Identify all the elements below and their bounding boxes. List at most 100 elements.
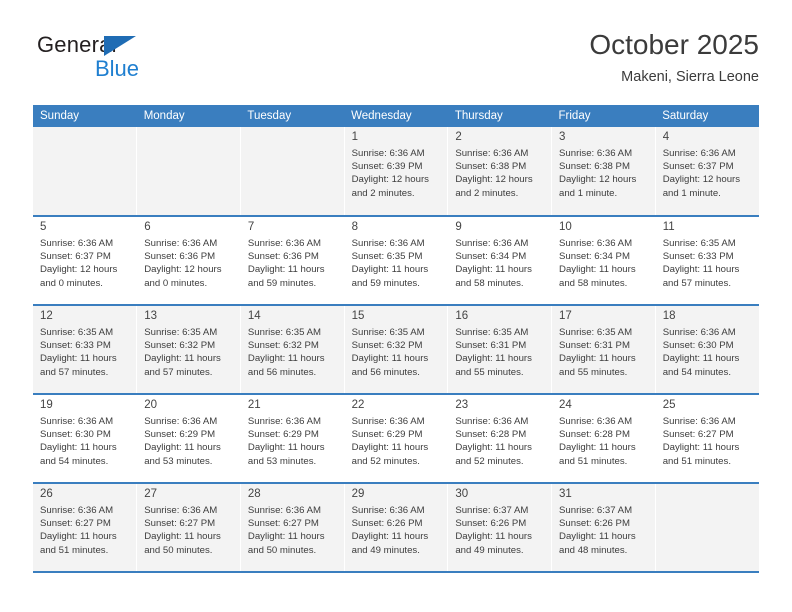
sunset-text: Sunset: 6:30 PM: [40, 429, 111, 441]
calendar-day-cell[interactable]: 31 Sunrise: 6:37 AM Sunset: 6:26 PM Dayligh…: [551, 483, 656, 573]
calendar-day-cell[interactable]: 16 Sunrise: 6:35 AM Sunset: 6:31 PM Dayligh…: [447, 305, 553, 395]
day-detail: Sunrise: 6:36 AM Sunset: 6:34 PM Daylight:…: [455, 237, 545, 290]
sunrise-text: Sunrise: 6:36 AM: [40, 416, 114, 427]
day-detail: Sunrise: 6:36 AM Sunset: 6:30 PM Daylight:…: [40, 415, 130, 468]
weekday-header-wednesday: Wednesday: [344, 105, 448, 127]
sunset-text: Sunset: 6:38 PM: [455, 161, 527, 173]
calendar-day-cell[interactable]: 3 Sunrise: 6:36 AM Sunset: 6:38 PM Daylight…: [551, 127, 656, 217]
day-cell-content: [241, 127, 344, 215]
daylight-text-line2: and 48 minutes.: [559, 544, 628, 556]
calendar-day-cell[interactable]: 11 Sunrise: 6:35 AM Sunset: 6:33 PM Dayligh…: [655, 216, 759, 306]
calendar-day-cell[interactable]: 20 Sunrise: 6:36 AM Sunset: 6:29 PM Dayligh…: [136, 394, 241, 484]
day-number: 19: [40, 399, 53, 411]
sunset-text: Sunset: 6:27 PM: [40, 518, 111, 530]
calendar-day-cell-empty: [136, 127, 241, 217]
sunset-text: Sunset: 6:33 PM: [662, 251, 734, 263]
daylight-text-line2: and 51 minutes.: [662, 455, 731, 467]
day-number: 25: [662, 399, 676, 411]
sunrise-text: Sunrise: 6:35 AM: [144, 327, 218, 338]
calendar-day-cell[interactable]: 4 Sunrise: 6:36 AM Sunset: 6:37 PM Daylight…: [655, 127, 759, 217]
calendar-day-cell[interactable]: 18 Sunrise: 6:36 AM Sunset: 6:30 PM Dayligh…: [655, 305, 759, 395]
day-cell-content: 21 Sunrise: 6:36 AM Sunset: 6:29 PM Dayligh…: [241, 395, 344, 482]
calendar-day-cell[interactable]: 24 Sunrise: 6:36 AM Sunset: 6:28 PM Dayligh…: [551, 394, 656, 484]
calendar-day-cell[interactable]: 14 Sunrise: 6:35 AM Sunset: 6:32 PM Dayligh…: [240, 305, 345, 395]
sunset-text: Sunset: 6:36 PM: [144, 251, 216, 263]
day-number: 21: [247, 399, 261, 411]
daylight-text-line2: and 58 minutes.: [455, 277, 524, 289]
daylight-text-line1: Daylight: 11 hours: [144, 531, 221, 543]
calendar-day-cell[interactable]: 23 Sunrise: 6:36 AM Sunset: 6:28 PM Dayligh…: [447, 394, 553, 484]
sunrise-text: Sunrise: 6:36 AM: [351, 505, 425, 516]
day-detail: Sunrise: 6:36 AM Sunset: 6:26 PM Daylight:…: [352, 504, 442, 557]
calendar-day-cell[interactable]: 1 Sunrise: 6:36 AM Sunset: 6:39 PM Daylight…: [344, 127, 449, 217]
blue-triangle-logo-mark-icon: [104, 36, 136, 56]
sunset-text: Sunset: 6:39 PM: [351, 161, 423, 173]
calendar-day-cell[interactable]: 2 Sunrise: 6:36 AM Sunset: 6:38 PM Daylight…: [447, 127, 553, 217]
calendar-day-cell[interactable]: 12 Sunrise: 6:35 AM Sunset: 6:33 PM Dayligh…: [33, 305, 138, 395]
sunset-text: Sunset: 6:32 PM: [144, 340, 216, 352]
calendar-day-cell[interactable]: 10 Sunrise: 6:36 AM Sunset: 6:34 PM Dayligh…: [551, 216, 656, 306]
daylight-text-line2: and 50 minutes.: [144, 544, 213, 556]
calendar-day-cell[interactable]: 27 Sunrise: 6:36 AM Sunset: 6:27 PM Dayligh…: [136, 483, 241, 573]
sunrise-text: Sunrise: 6:36 AM: [351, 416, 425, 427]
calendar-day-cell[interactable]: 30 Sunrise: 6:37 AM Sunset: 6:26 PM Dayligh…: [447, 483, 553, 573]
calendar-day-cell[interactable]: 15 Sunrise: 6:35 AM Sunset: 6:32 PM Dayligh…: [344, 305, 449, 395]
calendar-day-cell[interactable]: 19 Sunrise: 6:36 AM Sunset: 6:30 PM Dayligh…: [33, 394, 138, 484]
calendar-day-cell[interactable]: 17 Sunrise: 6:35 AM Sunset: 6:31 PM Dayligh…: [551, 305, 656, 395]
calendar-day-cell[interactable]: 26 Sunrise: 6:36 AM Sunset: 6:27 PM Dayligh…: [33, 483, 138, 573]
daylight-text-line1: Daylight: 11 hours: [455, 353, 532, 365]
day-detail: Sunrise: 6:36 AM Sunset: 6:27 PM Daylight:…: [663, 415, 753, 468]
day-number: 26: [40, 488, 53, 500]
calendar-day-cell[interactable]: 22 Sunrise: 6:36 AM Sunset: 6:29 PM Dayligh…: [344, 394, 449, 484]
daylight-text-line1: Daylight: 11 hours: [351, 531, 429, 543]
daylight-text-line1: Daylight: 11 hours: [247, 531, 325, 543]
daylight-text-line2: and 59 minutes.: [247, 277, 317, 289]
day-cell-content: 3 Sunrise: 6:36 AM Sunset: 6:38 PM Daylight…: [552, 127, 655, 215]
day-number: 5: [40, 221, 47, 233]
weekday-header-monday: Monday: [136, 105, 241, 127]
day-detail: Sunrise: 6:36 AM Sunset: 6:39 PM Daylight:…: [352, 147, 442, 200]
calendar-day-cell-empty: [240, 127, 345, 217]
sunrise-text: Sunrise: 6:36 AM: [40, 505, 114, 516]
daylight-text-line2: and 1 minute.: [559, 187, 618, 199]
day-cell-content: 23 Sunrise: 6:36 AM Sunset: 6:28 PM Dayligh…: [448, 395, 551, 482]
calendar-day-cell[interactable]: 28 Sunrise: 6:36 AM Sunset: 6:27 PM Dayligh…: [240, 483, 345, 573]
daylight-text-line1: Daylight: 11 hours: [455, 531, 532, 543]
calendar-day-cell[interactable]: 5 Sunrise: 6:36 AM Sunset: 6:37 PM Daylight…: [33, 216, 138, 306]
daylight-text-line1: Daylight: 11 hours: [40, 353, 117, 365]
daylight-text-line2: and 54 minutes.: [40, 455, 109, 467]
brand-logo[interactable]: General Blue: [33, 32, 233, 94]
daylight-text-line1: Daylight: 12 hours: [351, 174, 429, 186]
calendar-day-cell[interactable]: 13 Sunrise: 6:35 AM Sunset: 6:32 PM Dayligh…: [136, 305, 241, 395]
calendar-day-cell[interactable]: 8 Sunrise: 6:36 AM Sunset: 6:35 PM Daylight…: [344, 216, 449, 306]
daylight-text-line2: and 52 minutes.: [455, 455, 524, 467]
daylight-text-line2: and 1 minute.: [662, 187, 721, 199]
calendar-day-cell[interactable]: 9 Sunrise: 6:36 AM Sunset: 6:34 PM Daylight…: [447, 216, 553, 306]
weekday-header-sunday: Sunday: [33, 105, 137, 127]
daylight-text-line1: Daylight: 11 hours: [559, 353, 636, 365]
day-detail: Sunrise: 6:36 AM Sunset: 6:35 PM Daylight:…: [352, 237, 442, 290]
calendar-day-cell[interactable]: 25 Sunrise: 6:36 AM Sunset: 6:27 PM Dayligh…: [655, 394, 759, 484]
sunrise-text: Sunrise: 6:36 AM: [144, 416, 218, 427]
day-number: 4: [662, 131, 670, 143]
sunrise-sunset-calendar: Sunday Monday Tuesday Wednesday Thursday…: [33, 105, 759, 573]
daylight-text-line1: Daylight: 11 hours: [247, 264, 325, 276]
sunrise-text: Sunrise: 6:36 AM: [455, 416, 529, 427]
page-header: General Blue October 2025 Makeni, Sierra…: [33, 28, 759, 98]
calendar-day-cell[interactable]: 7 Sunrise: 6:36 AM Sunset: 6:36 PM Daylight…: [240, 216, 345, 306]
sunrise-text: Sunrise: 6:36 AM: [455, 238, 529, 249]
day-number: 24: [559, 399, 572, 411]
page-subtitle: Makeni, Sierra Leone: [621, 69, 759, 85]
sunset-text: Sunset: 6:27 PM: [662, 429, 734, 441]
day-detail: Sunrise: 6:36 AM Sunset: 6:38 PM Daylight:…: [559, 147, 649, 200]
brand-name-blue: Blue: [95, 56, 140, 81]
calendar-day-cell[interactable]: 29 Sunrise: 6:36 AM Sunset: 6:26 PM Dayligh…: [344, 483, 449, 573]
daylight-text-line1: Daylight: 11 hours: [247, 353, 325, 365]
day-cell-content: 11 Sunrise: 6:35 AM Sunset: 6:33 PM Dayligh…: [656, 217, 759, 304]
day-number: 28: [247, 488, 261, 500]
calendar-day-cell[interactable]: 21 Sunrise: 6:36 AM Sunset: 6:29 PM Dayligh…: [240, 394, 345, 484]
daylight-text-line2: and 51 minutes.: [559, 455, 628, 467]
day-cell-content: 6 Sunrise: 6:36 AM Sunset: 6:36 PM Daylight…: [137, 217, 240, 304]
day-cell-content: 19 Sunrise: 6:36 AM Sunset: 6:30 PM Dayligh…: [33, 395, 136, 482]
calendar-day-cell[interactable]: 6 Sunrise: 6:36 AM Sunset: 6:36 PM Daylight…: [136, 216, 241, 306]
